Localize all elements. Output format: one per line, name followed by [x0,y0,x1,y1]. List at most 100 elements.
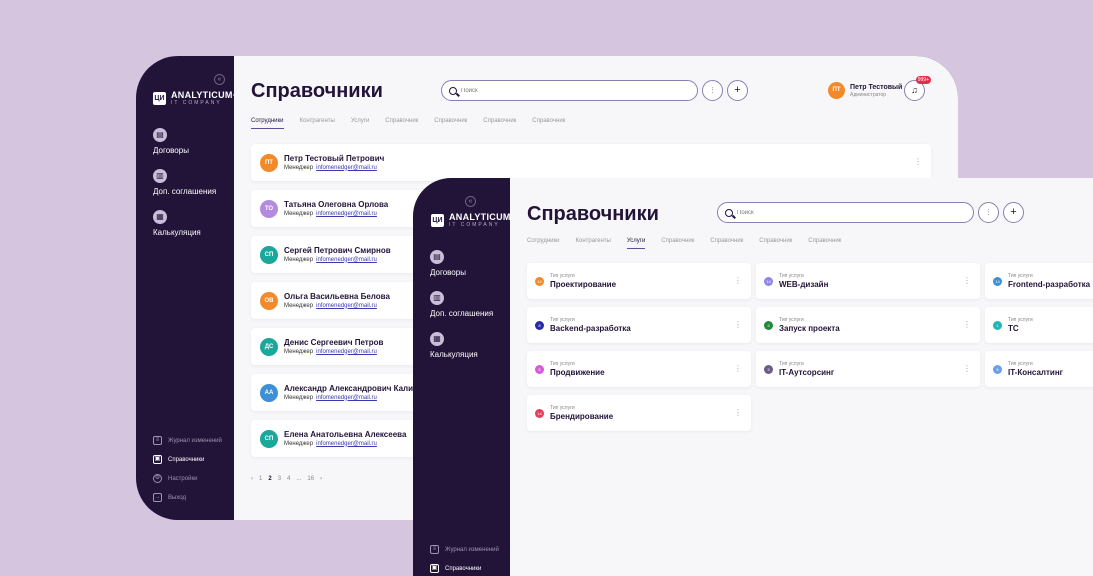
services-window: « ЦИ ANALYTICUM+ IT COMPANY ▤ Договоры ▥… [413,178,1093,576]
service-card[interactable]: 14 Тип услуги WEB-дизайн ⋮ [756,263,980,299]
next-page-icon[interactable]: › [320,476,322,482]
logo-sub: IT COMPANY [449,222,500,228]
sidebar-item-contracts[interactable]: ▤ Договоры [153,128,216,155]
avatar: ДС [260,337,278,356]
avatar: СП [260,245,278,264]
sidebar-item-label: Договоры [153,146,189,155]
service-card[interactable]: 5 Тип услуги IT-Консалтинг [985,351,1093,387]
sidebar-item-journal[interactable]: ≡ Журнал изменений [430,545,499,554]
tab-directory-3[interactable]: Справочник [483,118,516,129]
sidebar-bottom-nav: ≡ Журнал изменений ▣ Справочники ⚙ Настройк… [153,436,222,502]
sidebar-item-calculation[interactable]: ▦ Калькуляция [153,210,216,237]
sidebar-item-label: Журнал изменений [445,546,499,553]
service-type-value: Backend-разработка [550,323,631,333]
pagination: ‹ 1 2 3 4 ... 16 › [251,476,322,482]
tabs: Сотрудники Контрагенты Услуги Справочник… [251,118,565,129]
employee-email[interactable]: infomenedger@mail.ru [316,303,377,309]
sidebar-item-journal[interactable]: ≡ Журнал изменений [153,436,222,445]
sidebar-item-directories[interactable]: ▣ Справочники [430,564,499,573]
service-type-label: Тип услуги [1008,360,1033,367]
employee-email[interactable]: infomenedger@mail.ru [316,211,377,217]
service-card[interactable]: 5 Тип услуги Продвижение ⋮ [527,351,751,387]
page-link[interactable]: 3 [278,476,281,482]
sidebar-item-logout[interactable]: → Выход [153,493,222,502]
sidebar-nav: ▤ Договоры ▥ Доп. соглашения ▦ Калькуляц… [153,128,216,237]
service-card[interactable]: 8 Тип услуги Backend-разработка ⋮ [527,307,751,343]
tab-directory-4[interactable]: Справочник [808,238,841,249]
more-icon[interactable]: ⋮ [734,364,742,373]
add-button[interactable]: + [1003,202,1024,223]
page-title: Справочники [251,80,383,102]
sidebar-item-directories[interactable]: ▣ Справочники [153,455,222,464]
employee-email[interactable]: infomenedger@mail.ru [316,257,377,263]
sidebar-item-label: Настройки [168,475,198,482]
tab-directory-2[interactable]: Справочник [434,118,467,129]
contract-icon: ▤ [430,250,444,264]
filter-button[interactable]: ⫶ [702,80,723,101]
sidebar-item-calculation[interactable]: ▦ Калькуляция [430,332,493,359]
tab-counterparties[interactable]: Контрагенты [576,238,611,249]
tab-counterparties[interactable]: Контрагенты [300,118,335,129]
sidebar-item-label: Калькуляция [430,350,478,359]
service-type-value: Продвижение [550,367,605,377]
service-type-label: Тип услуги [550,404,575,411]
page-link-current[interactable]: 2 [268,476,271,482]
page-link[interactable]: 4 [287,476,290,482]
user-profile[interactable]: ПТ Петр Тестовый Администратор [828,82,902,99]
collapse-sidebar-icon[interactable]: « [465,196,476,207]
agreement-icon: ▥ [430,291,444,305]
tab-directory-3[interactable]: Справочник [759,238,792,249]
employee-role: Менеджер [284,210,314,217]
more-icon[interactable]: ⋮ [963,276,971,285]
search-input[interactable] [461,87,661,94]
employee-role: Менеджер [284,164,314,171]
prev-page-icon[interactable]: ‹ [251,476,253,482]
tab-directory-4[interactable]: Справочник [532,118,565,129]
more-icon[interactable]: ⋮ [914,157,922,166]
service-card[interactable]: 1 Тип услуги ТС [985,307,1093,343]
user-name: Петр Тестовый [850,83,903,91]
tab-employees[interactable]: Сотрудники [527,238,560,249]
search-input[interactable] [737,209,937,216]
logo: ЦИ ANALYTICUM+ IT COMPANY [153,90,238,106]
tab-services[interactable]: Услуги [626,238,646,249]
sidebar-item-agreements[interactable]: ▥ Доп. соглашения [153,169,216,196]
more-icon[interactable]: ⋮ [963,364,971,373]
service-card[interactable]: 14 Тип услуги Брендирование ⋮ [527,395,751,431]
sidebar-item-contracts[interactable]: ▤ Договоры [430,250,493,277]
employee-email[interactable]: infomenedger@mail.ru [316,349,377,355]
logo-sub: IT COMPANY [171,100,222,106]
employee-email[interactable]: infomenedger@mail.ru [316,165,377,171]
employee-email[interactable]: infomenedger@mail.ru [316,395,377,401]
tab-directory-1[interactable]: Справочник [385,118,418,129]
search-box[interactable] [441,80,698,101]
more-icon[interactable]: ⋮ [734,408,742,417]
service-card[interactable]: 3 Тип услуги IT-Аутсорсинг ⋮ [756,351,980,387]
sidebar-item-agreements[interactable]: ▥ Доп. соглашения [430,291,493,318]
table-row[interactable]: ПТ Петр Тестовый Петрович Менеджер infome… [251,144,931,181]
count-badge: 14 [535,276,544,286]
add-button[interactable]: + [727,80,748,101]
employee-email[interactable]: infomenedger@mail.ru [316,441,377,447]
more-icon[interactable]: ⋮ [734,276,742,285]
tab-services[interactable]: Услуги [351,118,369,129]
notifications-button[interactable]: ♫ 999+ [904,76,931,101]
more-icon[interactable]: ⋮ [963,320,971,329]
page-link[interactable]: 1 [259,476,262,482]
more-icon[interactable]: ⋮ [734,320,742,329]
service-type-value: WEB-дизайн [779,279,829,289]
tab-directory-1[interactable]: Справочник [661,238,694,249]
tab-employees[interactable]: Сотрудники [251,118,284,129]
service-card[interactable]: 14 Тип услуги Frontend-разработка [985,263,1093,299]
filter-button[interactable]: ⫶ [978,202,999,223]
search-box[interactable] [717,202,974,223]
sidebar: « ЦИ ANALYTICUM+ IT COMPANY ▤ Договоры ▥… [136,56,238,520]
logo-mark-icon: ЦИ [153,91,166,105]
collapse-sidebar-icon[interactable]: « [214,74,225,85]
sidebar-item-settings[interactable]: ⚙ Настройки [153,474,222,483]
page-link[interactable]: 16 [307,476,314,482]
service-card[interactable]: 14 Тип услуги Проектирование ⋮ [527,263,751,299]
service-card[interactable]: 3 Тип услуги Запуск проекта ⋮ [756,307,980,343]
tab-directory-2[interactable]: Справочник [710,238,743,249]
sidebar-item-label: Доп. соглашения [430,309,494,318]
